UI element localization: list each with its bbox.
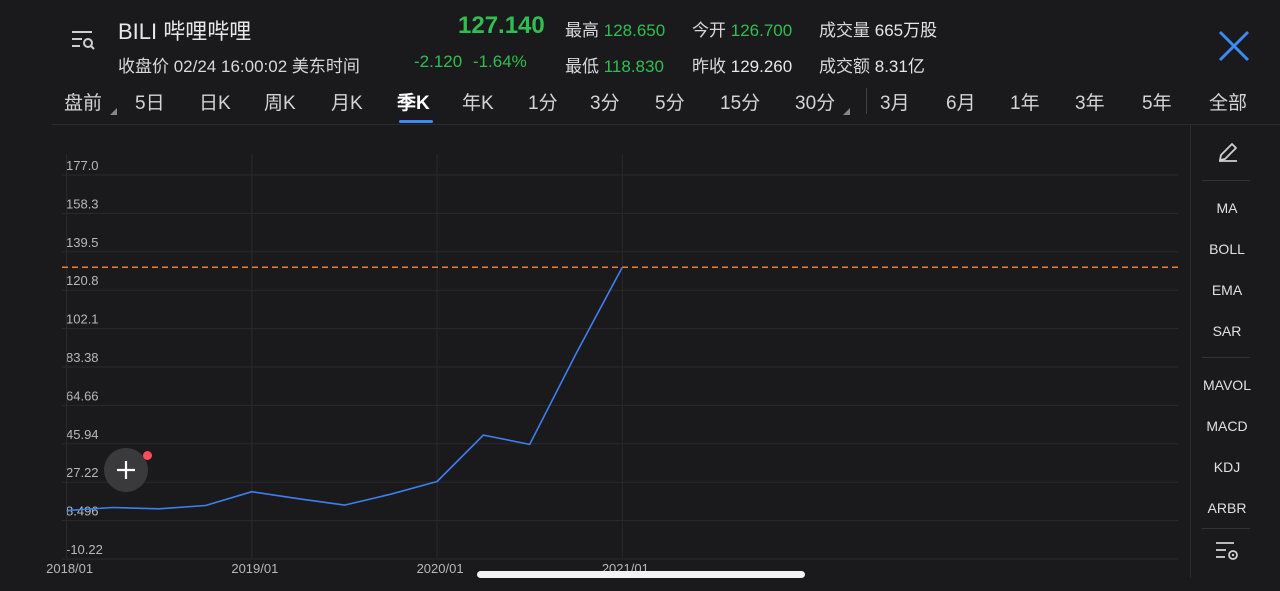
notification-dot bbox=[143, 451, 152, 460]
tab-all[interactable]: 全部 bbox=[1209, 88, 1247, 115]
stock-title: BILI 哔哩哔哩 bbox=[118, 14, 251, 46]
period-tabs: 盘前 5日 日K 周K 月K 季K 年K 1分 3分 5分 15分 30分 3月… bbox=[52, 86, 1280, 125]
tab-year-k[interactable]: 年K bbox=[462, 88, 494, 115]
tab-3min[interactable]: 3分 bbox=[590, 88, 620, 115]
tab-1min[interactable]: 1分 bbox=[528, 88, 558, 115]
indicator-settings-icon[interactable] bbox=[1214, 540, 1242, 562]
y-tick-label: 139.5 bbox=[66, 235, 99, 250]
y-tick-label: 27.22 bbox=[66, 465, 99, 480]
change-percent: -1.64% bbox=[472, 52, 527, 71]
tab-15min[interactable]: 15分 bbox=[720, 88, 760, 115]
stat-turnover: 成交额 8.31亿 bbox=[819, 57, 925, 76]
stat-low: 最低 118.830 bbox=[565, 57, 664, 76]
side-separator bbox=[1202, 528, 1250, 529]
stat-volume: 成交量 665万股 bbox=[819, 21, 938, 40]
indicator-sar[interactable]: SAR bbox=[1192, 323, 1262, 339]
plus-icon bbox=[117, 461, 135, 479]
side-separator bbox=[1202, 180, 1250, 181]
y-tick-label: 177.0 bbox=[66, 158, 99, 173]
tab-divider bbox=[866, 88, 867, 114]
indicator-ema[interactable]: EMA bbox=[1192, 282, 1262, 298]
x-tick-label: 2018/01 bbox=[46, 561, 93, 576]
y-tick-label: 83.38 bbox=[66, 350, 99, 365]
tab-week-k[interactable]: 周K bbox=[264, 88, 296, 115]
tab-5min[interactable]: 5分 bbox=[655, 88, 685, 115]
price-chart[interactable]: 177.0 158.3 139.5 120.8 102.1 83.38 64.66 45.94… bbox=[0, 124, 1190, 578]
indicator-kdj[interactable]: KDJ bbox=[1192, 459, 1262, 475]
price-series-line bbox=[66, 266, 624, 512]
ticker: BILI bbox=[118, 19, 158, 44]
add-button[interactable] bbox=[104, 448, 148, 492]
y-tick-label: 64.66 bbox=[66, 388, 99, 403]
company-name: 哔哩哔哩 bbox=[163, 19, 252, 44]
indicator-boll[interactable]: BOLL bbox=[1192, 241, 1262, 257]
y-tick-label: 102.1 bbox=[66, 312, 99, 327]
tab-5year[interactable]: 5年 bbox=[1142, 88, 1172, 115]
indicator-macd[interactable]: MACD bbox=[1192, 418, 1262, 434]
stat-high: 最高 128.650 bbox=[565, 21, 666, 40]
stat-prev-close: 昨收 129.260 bbox=[692, 57, 793, 76]
tab-5day[interactable]: 5日 bbox=[135, 88, 165, 115]
tab-1year[interactable]: 1年 bbox=[1010, 88, 1040, 115]
list-search-icon[interactable] bbox=[70, 28, 96, 52]
dropdown-corner-icon bbox=[110, 108, 117, 115]
close-time: 收盘价 02/24 16:00:02 美东时间 bbox=[118, 57, 360, 76]
tab-day-k[interactable]: 日K bbox=[199, 88, 231, 115]
active-tab-indicator bbox=[399, 120, 433, 123]
y-tick-label: -10.22 bbox=[66, 542, 103, 557]
indicator-ma[interactable]: MA bbox=[1192, 200, 1262, 216]
tab-6month[interactable]: 6月 bbox=[946, 88, 976, 115]
side-separator bbox=[1202, 357, 1250, 358]
home-indicator[interactable] bbox=[477, 571, 805, 578]
close-icon[interactable] bbox=[1216, 28, 1252, 64]
stat-open: 今开 126.700 bbox=[692, 21, 793, 40]
pencil-icon[interactable] bbox=[1216, 140, 1240, 164]
tab-3month[interactable]: 3月 bbox=[880, 88, 910, 115]
x-tick-label: 2020/01 bbox=[417, 561, 464, 576]
change-amount: -2.120 bbox=[414, 52, 463, 71]
current-price: 127.140 bbox=[458, 12, 545, 39]
tab-30min[interactable]: 30分 bbox=[795, 88, 835, 115]
side-panel-divider bbox=[1190, 124, 1191, 578]
price-change: -2.120 -1.64% bbox=[414, 52, 527, 72]
indicator-arbr[interactable]: ARBR bbox=[1192, 500, 1262, 516]
tab-quarter-k[interactable]: 季K bbox=[397, 88, 430, 115]
x-tick-label: 2019/01 bbox=[231, 561, 278, 576]
tab-premarket[interactable]: 盘前 bbox=[64, 88, 102, 115]
y-tick-label: 158.3 bbox=[66, 196, 99, 211]
tab-3year[interactable]: 3年 bbox=[1075, 88, 1105, 115]
dropdown-corner-icon bbox=[843, 108, 850, 115]
tab-month-k[interactable]: 月K bbox=[331, 88, 363, 115]
y-tick-label: 120.8 bbox=[66, 273, 99, 288]
y-tick-label: 45.94 bbox=[66, 427, 99, 442]
indicator-mavol[interactable]: MAVOL bbox=[1192, 377, 1262, 393]
